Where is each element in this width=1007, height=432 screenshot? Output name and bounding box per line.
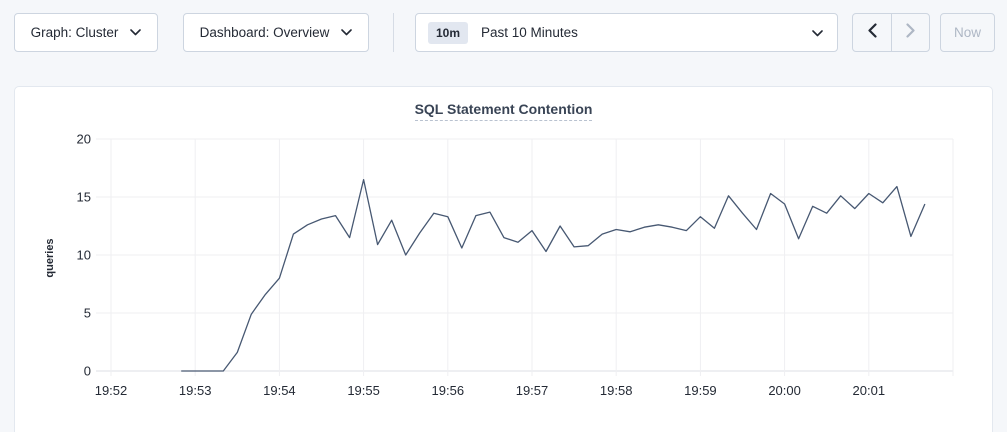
time-step-button-group bbox=[852, 13, 930, 52]
now-button-label: Now bbox=[954, 25, 981, 40]
toolbar-divider bbox=[393, 13, 394, 52]
x-tick-label: 19:55 bbox=[347, 383, 380, 398]
y-tick-label: 5 bbox=[84, 306, 91, 321]
chevron-down-icon bbox=[812, 24, 823, 42]
x-tick-label: 19:52 bbox=[95, 383, 128, 398]
x-tick-label: 19:56 bbox=[432, 383, 465, 398]
chart-panel: SQL Statement Contention queries 0510152… bbox=[14, 86, 993, 432]
y-tick-label: 0 bbox=[84, 364, 91, 379]
x-tick-label: 19:53 bbox=[179, 383, 212, 398]
series-line bbox=[181, 180, 925, 371]
y-tick-label: 10 bbox=[77, 248, 91, 263]
x-tick-label: 19:58 bbox=[600, 383, 633, 398]
chevron-left-icon bbox=[868, 23, 877, 43]
time-range-badge: 10m bbox=[428, 22, 468, 44]
chevron-down-icon bbox=[341, 29, 352, 36]
graph-dropdown[interactable]: Graph: Cluster bbox=[14, 13, 158, 52]
x-tick-label: 19:54 bbox=[263, 383, 296, 398]
y-tick-label: 15 bbox=[77, 190, 91, 205]
time-range-dropdown[interactable]: 10m Past 10 Minutes bbox=[415, 13, 838, 52]
now-button[interactable]: Now bbox=[940, 13, 995, 52]
time-range-label: Past 10 Minutes bbox=[481, 25, 812, 40]
x-tick-label: 19:59 bbox=[684, 383, 717, 398]
next-time-button[interactable] bbox=[891, 14, 929, 51]
y-tick-label: 20 bbox=[77, 132, 91, 147]
dashboard-dropdown-label: Dashboard: Overview bbox=[200, 25, 330, 40]
prev-time-button[interactable] bbox=[853, 14, 891, 51]
x-tick-label: 20:00 bbox=[768, 383, 801, 398]
chevron-right-icon bbox=[906, 23, 915, 43]
x-tick-label: 19:57 bbox=[516, 383, 549, 398]
line-chart: 0 5 10 15 20 19:52 19:53 19:54 19:55 19:56 19:57 19… bbox=[15, 87, 992, 417]
chevron-down-icon bbox=[130, 29, 141, 36]
dashboard-dropdown[interactable]: Dashboard: Overview bbox=[183, 13, 369, 52]
graph-dropdown-label: Graph: Cluster bbox=[31, 25, 119, 40]
toolbar: Graph: Cluster Dashboard: Overview 10m P… bbox=[0, 0, 1007, 66]
x-tick-label: 20:01 bbox=[853, 383, 886, 398]
